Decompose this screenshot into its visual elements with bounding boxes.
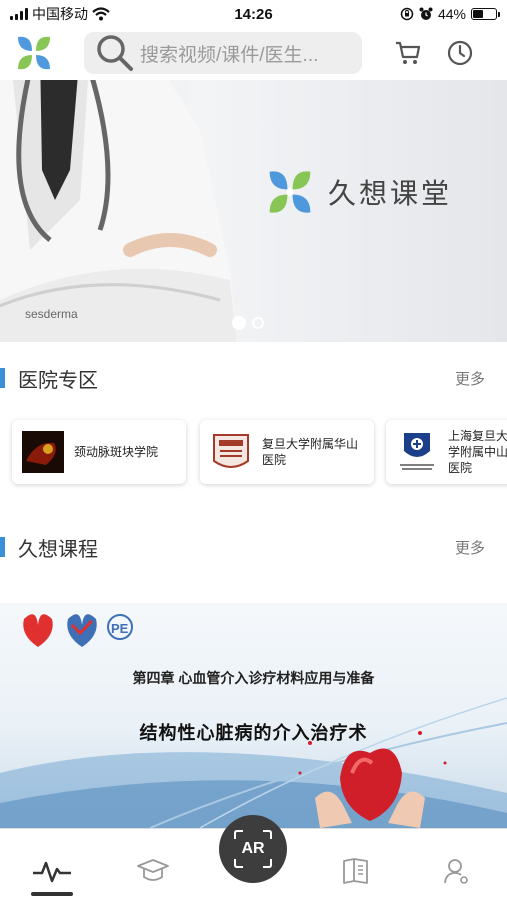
signal-icon: [10, 8, 28, 20]
banner-brand: 久想课堂: [262, 164, 452, 220]
hospital-section-title: 医院专区: [18, 369, 98, 392]
course-section-title: 久想课程: [18, 538, 98, 561]
ar-scan-button[interactable]: AR: [219, 815, 287, 883]
book-icon: [343, 858, 368, 884]
wifi-icon: [92, 7, 110, 21]
course-card[interactable]: PE 第四章 心血管介入诊疗材料应用与准备 结构性心脏病的介入治疗术: [0, 603, 507, 828]
section-accent-bar: [0, 368, 5, 388]
hospital-card[interactable]: 复旦大学附属华山医院: [200, 420, 374, 484]
hospital-card[interactable]: 上海复旦大学附属中山医院: [386, 420, 507, 484]
huashan-hospital-logo: [213, 434, 249, 468]
status-left: 中国移动: [10, 4, 180, 24]
logo-icon[interactable]: [12, 31, 56, 75]
nav-courses[interactable]: [133, 851, 173, 891]
nav-home[interactable]: [32, 851, 72, 891]
hospital-cards: 颈动脉斑块学院 复旦大学附属华山医院 上海复旦大学附属中山医院: [0, 420, 507, 486]
ar-label: AR: [241, 840, 265, 857]
carotid-academy-logo: [22, 431, 64, 473]
history-button[interactable]: [444, 37, 476, 69]
battery-percent: 44%: [437, 6, 466, 22]
course-section-header: 久想课程 更多: [0, 532, 507, 562]
battery-level: [473, 10, 483, 18]
hospital-card[interactable]: 颈动脉斑块学院: [12, 420, 186, 484]
profile-icon: [444, 859, 468, 884]
carousel-dot[interactable]: [252, 317, 264, 329]
top-bar: 搜索视频/课件/医生...: [0, 28, 507, 78]
rotation-lock-icon: [400, 7, 414, 21]
nav-active-indicator: [31, 892, 73, 896]
graduation-cap-icon: [137, 859, 169, 881]
hospital-section-header: 医院专区 更多: [0, 363, 507, 393]
battery-icon: [471, 8, 500, 20]
hospital-more-link[interactable]: 更多: [455, 368, 485, 389]
carousel-indicator: [232, 316, 264, 330]
course-title: 结构性心脏病的介入治疗术: [139, 723, 368, 743]
carrier-name: 中国移动: [32, 6, 88, 22]
cart-icon: [396, 41, 421, 64]
cart-button[interactable]: [392, 37, 424, 69]
section-accent-bar: [0, 537, 5, 557]
course-logo-text: PE: [111, 621, 129, 636]
banner-title: 久想课堂: [328, 178, 453, 209]
hospital-card-label: 颈动脉斑块学院: [74, 445, 159, 459]
nav-library[interactable]: [336, 851, 376, 891]
hospital-card-label: 复旦大学附属华山医院: [262, 437, 359, 467]
banner-logo-icon: [269, 171, 311, 213]
search-input[interactable]: 搜索视频/课件/医生...: [140, 40, 318, 67]
promo-banner[interactable]: sesderma 久想课堂: [0, 80, 507, 342]
status-bar: 中国移动 14:26 44%: [0, 0, 507, 28]
status-time: 14:26: [234, 5, 273, 23]
doctor-illustration: sesderma: [0, 80, 238, 342]
status-right: 44%: [327, 6, 500, 22]
course-artwork: PE: [0, 614, 507, 828]
coat-text: sesderma: [25, 307, 78, 321]
alarm-icon: [419, 7, 433, 20]
clock-icon: [447, 40, 473, 66]
hospital-card-label: 上海复旦大学附属中山医院: [448, 429, 507, 475]
course-chapter: 第四章 心血管介入诊疗材料应用与准备: [132, 670, 375, 686]
nav-profile[interactable]: [436, 851, 476, 891]
search-icon: [97, 35, 133, 71]
zhongshan-hospital-logo: [400, 433, 434, 470]
carousel-dot-active[interactable]: [232, 316, 246, 330]
search-bar[interactable]: 搜索视频/课件/医生...: [84, 32, 362, 74]
course-more-link[interactable]: 更多: [455, 537, 485, 558]
pulse-icon: [33, 861, 71, 883]
